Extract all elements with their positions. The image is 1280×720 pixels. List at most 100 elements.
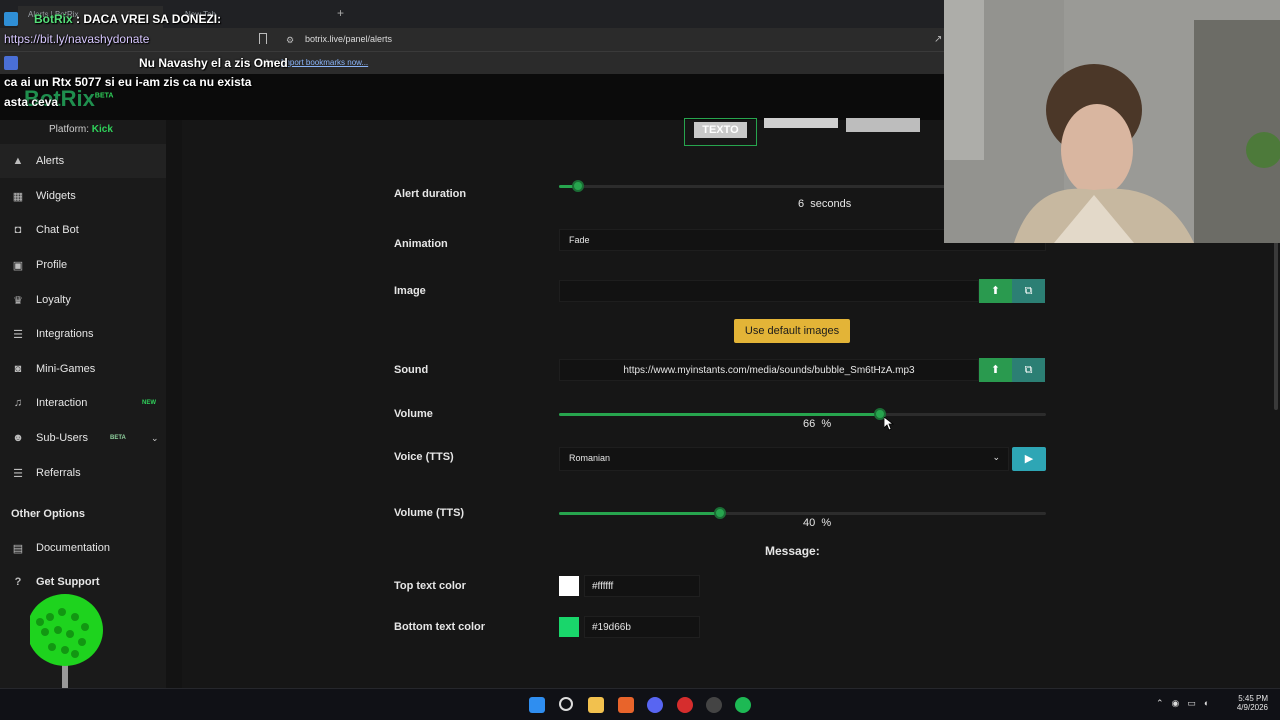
sidebar-item-label: Loyalty — [36, 294, 71, 306]
gallery-icon: ⧉ — [1024, 285, 1033, 297]
chevron-down-icon[interactable]: ⌄ — [151, 433, 159, 444]
volume-slider[interactable] — [559, 408, 1046, 420]
users-icon: ☻ — [12, 432, 24, 444]
tray-icons[interactable]: ⌃◉▭◐ — [1156, 698, 1217, 709]
volume-tts-value: 40 % — [803, 517, 831, 529]
sound-gallery-button[interactable]: ⧉ — [1012, 358, 1045, 382]
sidebar-item-sub-users[interactable]: ☻ Sub-Users BETA ⌄ — [0, 421, 166, 455]
mouse-cursor-icon — [884, 417, 894, 431]
file-explorer-icon[interactable] — [588, 697, 604, 713]
volume-number: 66 — [803, 418, 816, 430]
sidebar-item-alerts[interactable]: ▲ Alerts — [0, 144, 166, 178]
sidebar-item-mini-games[interactable]: ◙ Mini-Games — [0, 352, 166, 386]
overlay-chat-line: asta ceva — [4, 95, 59, 109]
obs-icon[interactable] — [706, 697, 722, 713]
bottom-text-color-swatch[interactable] — [559, 617, 579, 637]
sound-label: Sound — [394, 364, 429, 376]
webcam-feed — [944, 0, 1280, 243]
webcam-image — [944, 0, 1280, 243]
top-text-color-label: Top text color — [394, 580, 466, 592]
animation-value: Fade — [569, 235, 590, 245]
warning-icon: ▲ — [12, 155, 24, 167]
import-bookmarks-link[interactable]: Import bookmarks now... — [281, 58, 368, 67]
volume-tts-number: 40 — [803, 517, 816, 529]
message-heading: Message: — [765, 544, 820, 558]
gamepad-icon: ◙ — [14, 363, 22, 375]
tab-label: TEXTO — [694, 122, 747, 138]
image-label: Image — [394, 285, 426, 297]
chevron-down-icon: ⌄ — [992, 452, 1000, 462]
slider-fill — [559, 413, 881, 416]
overlay-donate-link: https://bit.ly/navashydonate — [4, 32, 150, 46]
sidebar-item-referrals[interactable]: ☰ Referrals — [0, 456, 166, 490]
slider-handle[interactable] — [713, 507, 726, 519]
sidebar-item-label: Interaction — [36, 397, 88, 409]
volume-tts-label: Volume (TTS) — [394, 507, 465, 519]
site-info-icon[interactable]: ⚙ — [286, 35, 294, 46]
sound-value: https://www.myinstants.com/media/sounds/… — [623, 365, 915, 376]
brave-browser-icon[interactable] — [618, 697, 634, 713]
trophy-icon: ♛ — [13, 294, 23, 307]
media-player-icon[interactable] — [677, 697, 693, 713]
sidebar-item-label: Mini-Games — [36, 363, 96, 375]
discord-icon[interactable] — [647, 697, 663, 713]
sound-upload-button[interactable]: ⬆ — [979, 358, 1012, 382]
doc-icon: ▤ — [12, 542, 24, 555]
overlay-chat-line: Nu Navashy el a zis Omed — [139, 56, 288, 70]
bookmark-icon[interactable] — [259, 33, 267, 44]
sidebar-item-loyalty[interactable]: ♛ Loyalty — [0, 283, 166, 317]
sidebar-item-label: Profile — [36, 259, 68, 271]
alert-duration-value: 6 seconds — [798, 198, 851, 210]
image-upload-button[interactable]: ⬆ — [979, 279, 1012, 303]
voice-value: Romanian — [569, 453, 611, 463]
music-icon: ♫ — [13, 397, 23, 409]
share-icon[interactable]: ↗ — [934, 34, 942, 45]
system-clock[interactable]: 5:45 PM 4/9/2026 — [1230, 694, 1268, 712]
clock-date: 4/9/2026 — [1236, 703, 1268, 712]
sidebar-item-interaction[interactable]: ♫ Interaction NEW — [0, 386, 166, 420]
tab-style-2[interactable] — [764, 118, 838, 128]
upload-icon: ⬆ — [990, 285, 1001, 297]
sidebar-item-widgets[interactable]: ▦ Widgets — [0, 179, 166, 213]
sidebar-item-profile[interactable]: ▣ Profile — [0, 248, 166, 282]
animation-label: Animation — [394, 238, 448, 250]
overlay-message: : DACA VREI SA DONEZI: — [76, 12, 222, 26]
use-default-images-button[interactable]: Use default images — [734, 319, 850, 343]
platform-indicator: Platform: Kick — [49, 124, 113, 135]
grid-icon: ▦ — [12, 190, 24, 203]
bottom-text-color-input[interactable]: #19d66b — [584, 616, 700, 638]
sidebar-item-documentation[interactable]: ▤ Documentation — [0, 531, 166, 565]
top-text-color-input[interactable]: #ffffff — [584, 575, 700, 597]
beta-tag: BETA — [94, 92, 114, 100]
platform-value: Kick — [91, 124, 113, 135]
tab-text-style[interactable]: TEXTO — [684, 118, 757, 146]
image-url-input[interactable] — [559, 280, 979, 302]
sidebar-item-label: Integrations — [36, 328, 94, 340]
search-icon[interactable] — [559, 697, 573, 711]
sidebar-item-integrations[interactable]: ☰ Integrations — [0, 317, 166, 351]
list-icon: ☰ — [13, 328, 23, 341]
sidebar-item-label: Referrals — [36, 467, 81, 479]
new-tab-button[interactable]: + — [337, 6, 344, 20]
overlay-username: BotRix — [34, 12, 73, 26]
slider-fill — [559, 512, 720, 515]
sidebar-item-label: Widgets — [36, 190, 76, 202]
top-text-color-swatch[interactable] — [559, 576, 579, 596]
url-field[interactable]: botrix.live/panel/alerts — [305, 34, 392, 44]
profile-icon: ▣ — [12, 259, 24, 272]
volume-tts-unit: % — [821, 517, 832, 529]
new-badge: NEW — [142, 400, 156, 406]
tab-style-3[interactable] — [846, 118, 920, 132]
sidebar-item-label: Sub-Users — [36, 432, 88, 444]
tts-play-button[interactable]: ▶ — [1012, 447, 1046, 471]
sidebar-item-label: Alerts — [36, 155, 65, 167]
windows-start-icon[interactable] — [529, 697, 545, 713]
sidebar-item-chat-bot[interactable]: ◘ Chat Bot — [0, 213, 166, 247]
duration-unit: seconds — [810, 198, 852, 210]
volume-tts-slider[interactable] — [559, 507, 1046, 519]
robot-icon: ◘ — [14, 224, 22, 236]
spotify-icon[interactable] — [735, 697, 751, 713]
image-gallery-button[interactable]: ⧉ — [1012, 279, 1045, 303]
voice-tts-select[interactable]: Romanian ⌄ — [559, 447, 1009, 471]
sound-url-input[interactable]: https://www.myinstants.com/media/sounds/… — [559, 359, 979, 381]
